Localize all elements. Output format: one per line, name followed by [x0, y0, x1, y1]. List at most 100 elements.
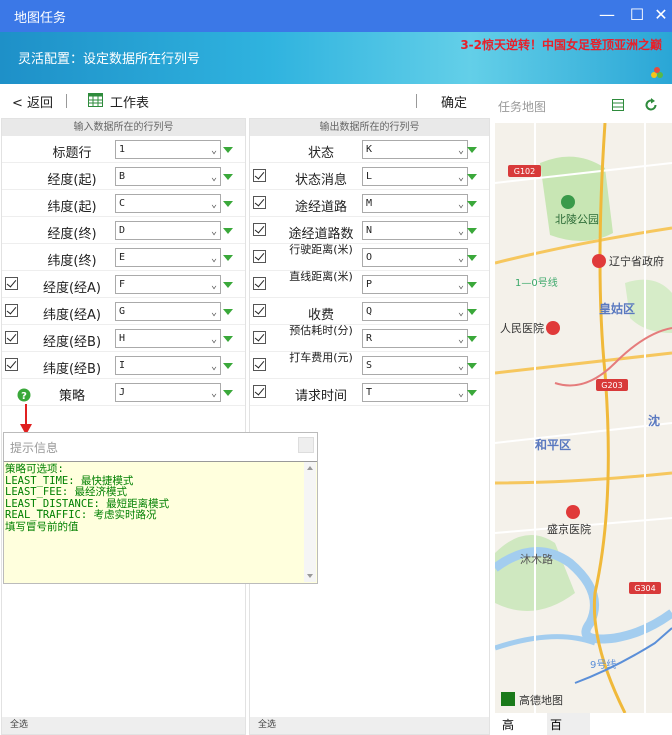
input-column-select[interactable]: G ⌄ [115, 302, 221, 321]
output-row: 直线距离(米) P ⌄ [250, 271, 489, 298]
output-checkbox[interactable] [253, 196, 266, 209]
dropdown-arrow-icon[interactable] [467, 282, 477, 288]
map-label-shen: 沈 [648, 413, 660, 428]
input-column-value: I [119, 360, 126, 371]
toolbar-divider [66, 94, 67, 108]
output-checkbox[interactable] [253, 277, 266, 290]
worksheet-button[interactable]: 工作表 [110, 92, 149, 111]
help-icon[interactable]: ? [17, 388, 31, 402]
input-column-select[interactable]: I ⌄ [115, 356, 221, 375]
output-column-select[interactable]: Q ⌄ [362, 302, 468, 321]
input-column-select[interactable]: E ⌄ [115, 248, 221, 267]
dropdown-arrow-icon[interactable] [467, 255, 477, 261]
output-column-select[interactable]: N ⌄ [362, 221, 468, 240]
input-checkbox[interactable] [5, 277, 18, 290]
news-link[interactable]: 3-2惊天逆转！中国女足登顶亚洲之巅 [460, 36, 662, 53]
input-column-value: C [119, 198, 126, 209]
dropdown-arrow-icon[interactable] [223, 390, 233, 396]
table-icon[interactable] [612, 99, 624, 111]
dropdown-arrow-icon[interactable] [223, 309, 233, 315]
dropdown-arrow-icon[interactable] [223, 282, 233, 288]
output-row: 收费 Q ⌄ [250, 298, 489, 325]
dropdown-arrow-icon[interactable] [467, 228, 477, 234]
output-checkbox[interactable] [253, 304, 266, 317]
output-column-select[interactable]: K ⌄ [362, 140, 468, 159]
dropdown-arrow-icon[interactable] [467, 201, 477, 207]
output-column-select[interactable]: O ⌄ [362, 248, 468, 267]
output-column-select[interactable]: P ⌄ [362, 275, 468, 294]
input-column-select[interactable]: C ⌄ [115, 194, 221, 213]
dropdown-arrow-icon[interactable] [467, 309, 477, 315]
output-column-value: N [366, 225, 373, 236]
input-row: 策略 J ⌄ [2, 379, 245, 406]
back-button[interactable]: < 返回 [12, 92, 53, 111]
dropdown-arrow-icon[interactable] [467, 174, 477, 180]
dropdown-arrow-icon[interactable] [223, 147, 233, 153]
output-checkbox[interactable] [253, 223, 266, 236]
input-checkbox[interactable] [5, 358, 18, 371]
chevron-down-icon: ⌄ [457, 172, 464, 183]
output-column-select[interactable]: L ⌄ [362, 167, 468, 186]
worksheet-icon[interactable] [88, 93, 103, 107]
input-label: 经度(终) [47, 227, 97, 242]
refresh-icon[interactable] [644, 98, 658, 112]
dropdown-arrow-icon[interactable] [223, 336, 233, 342]
tip-window: 提示信息 策略可选项: LEAST_TIME: 最快捷模式 LEAST_FEE:… [3, 432, 318, 584]
output-label: 请求时间 [294, 389, 347, 404]
input-column-select[interactable]: F ⌄ [115, 275, 221, 294]
map-label-g304: G304 [634, 584, 655, 593]
input-select-all[interactable]: 全选 [2, 717, 245, 734]
dropdown-arrow-icon[interactable] [467, 336, 477, 342]
output-checkbox[interactable] [253, 385, 266, 398]
output-panel: 输出数据所在的行列号 状态 K ⌄ 状态消息 L ⌄ 途经道路 M ⌄ 途经道路数 N ⌄ 行驶距离(米… [249, 118, 490, 735]
map-tab-gaode[interactable]: 高 [502, 716, 514, 733]
dropdown-arrow-icon[interactable] [223, 228, 233, 234]
tip-scrollbar[interactable] [304, 462, 316, 582]
input-checkbox[interactable] [5, 331, 18, 344]
dropdown-arrow-icon[interactable] [223, 363, 233, 369]
dropdown-arrow-icon[interactable] [467, 363, 477, 369]
input-checkbox[interactable] [5, 304, 18, 317]
minimize-icon[interactable]: — [596, 4, 618, 26]
input-column-select[interactable]: 1 ⌄ [115, 140, 221, 159]
output-column-value: M [366, 198, 373, 209]
map-tab-baidu[interactable]: 百 [550, 716, 562, 733]
output-label: 预估耗时(分) [289, 324, 353, 337]
output-column-value: O [366, 252, 373, 263]
input-column-select[interactable]: D ⌄ [115, 221, 221, 240]
map-view[interactable]: G102 北陵公园 辽宁省政府 1—0号线 皇姑区 人民医院 G203 沈 和平… [495, 123, 672, 713]
map-canvas[interactable]: G102 北陵公园 辽宁省政府 1—0号线 皇姑区 人民医院 G203 沈 和平… [495, 123, 672, 713]
input-label: 纬度(经A) [42, 308, 102, 323]
dropdown-arrow-icon[interactable] [467, 390, 477, 396]
output-column-select[interactable]: R ⌄ [362, 329, 468, 348]
input-column-select[interactable]: J ⌄ [115, 383, 221, 402]
tip-close-icon[interactable] [298, 437, 314, 453]
output-column-select[interactable]: S ⌄ [362, 356, 468, 375]
input-column-value: E [119, 252, 126, 263]
output-column-select[interactable]: M ⌄ [362, 194, 468, 213]
dropdown-arrow-icon[interactable] [223, 174, 233, 180]
output-select-all[interactable]: 全选 [250, 717, 489, 734]
input-column-select[interactable]: B ⌄ [115, 167, 221, 186]
output-checkbox[interactable] [253, 169, 266, 182]
dropdown-arrow-icon[interactable] [223, 255, 233, 261]
maximize-icon[interactable]: ☐ [626, 4, 648, 26]
output-checkbox[interactable] [253, 331, 266, 344]
output-column-select[interactable]: T ⌄ [362, 383, 468, 402]
input-column-select[interactable]: H ⌄ [115, 329, 221, 348]
dropdown-arrow-icon[interactable] [223, 201, 233, 207]
map-tabs: 高 百 [495, 713, 672, 735]
output-checkbox[interactable] [253, 358, 266, 371]
dropdown-arrow-icon[interactable] [467, 147, 477, 153]
chevron-down-icon: ⌄ [210, 253, 217, 264]
input-row: 纬度(终) E ⌄ [2, 244, 245, 271]
output-column-value: L [366, 171, 373, 182]
app-logo-icon [651, 67, 663, 78]
confirm-button[interactable]: 确定 [441, 92, 467, 111]
output-checkbox[interactable] [253, 250, 266, 263]
close-icon[interactable]: ✕ [650, 4, 672, 26]
input-column-value: G [119, 306, 126, 317]
map-label-hospital1: 人民医院 [500, 321, 544, 335]
input-column-value: 1 [119, 144, 126, 155]
tip-title: 提示信息 [10, 441, 59, 455]
